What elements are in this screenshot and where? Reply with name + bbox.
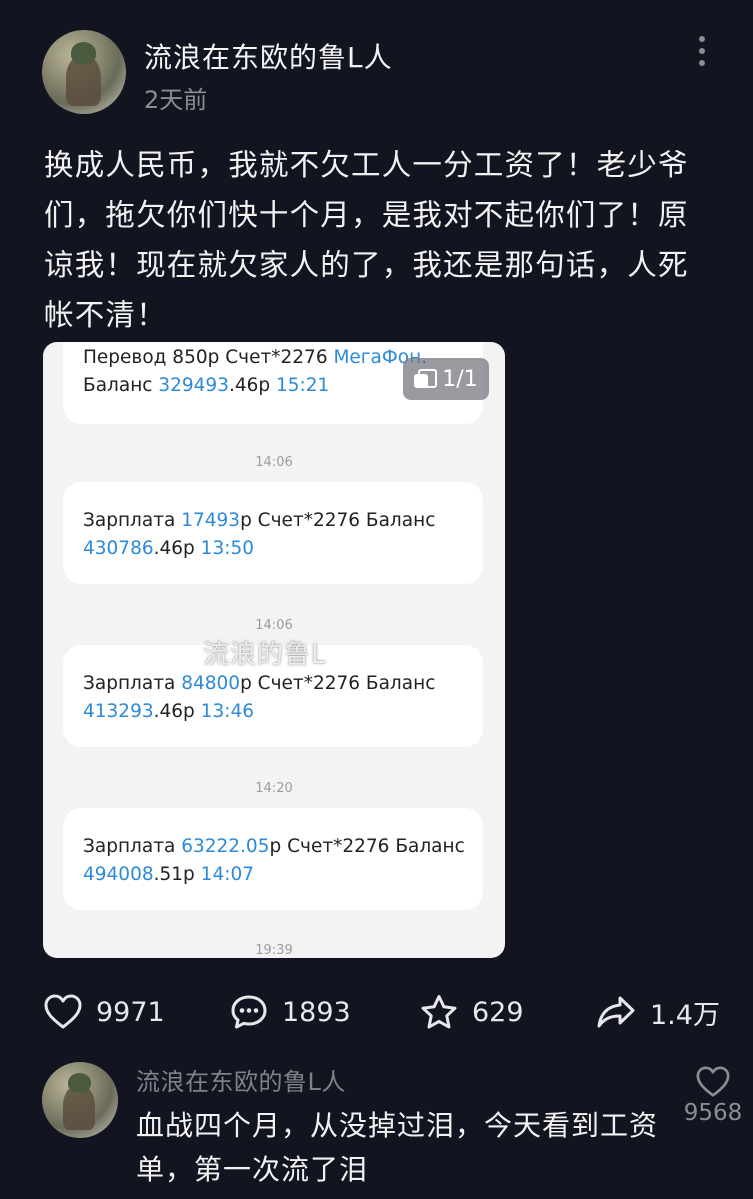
heart-icon xyxy=(696,1066,730,1097)
sms-timestamp: 19:39 xyxy=(255,943,293,958)
sms-highlighted-text[interactable]: 14:07 xyxy=(201,864,254,885)
post-time: 2天前 xyxy=(144,86,208,114)
sms-text: р Счет*2276 Баланс xyxy=(269,836,465,857)
sms-message-4-line-2: 494008.51р 14:07 xyxy=(83,861,465,889)
comment-button[interactable]: 1893 xyxy=(230,990,351,1034)
sms-message-3-line-2: 413293.46р 13:46 xyxy=(83,698,435,726)
sms-highlighted-text[interactable]: 494008 xyxy=(83,864,154,885)
sms-highlighted-text[interactable]: 329493 xyxy=(158,375,229,396)
image-counter-badge: 1/1 xyxy=(403,358,489,400)
sms-message-1-line-1: Перевод 850р Счет*2276 МегаФон. xyxy=(83,344,427,372)
sms-text: Зарплата xyxy=(83,673,182,694)
sms-text: .46р xyxy=(153,538,201,559)
comment-like-count: 9568 xyxy=(683,1100,743,1126)
sms-message-2: Зарплата 17493р Счет*2276 Баланс 430786.… xyxy=(63,482,483,584)
sms-timestamp: 14:20 xyxy=(255,781,293,796)
share-arrow-icon xyxy=(597,996,635,1028)
sms-message-2-line-1: Зарплата 17493р Счет*2276 Баланс xyxy=(83,507,435,535)
sms-text: .51р xyxy=(153,864,201,885)
like-count: 9971 xyxy=(96,996,165,1028)
share-button[interactable]: 1.4万 xyxy=(596,990,720,1034)
sms-message-2-line-2: 430786.46р 13:50 xyxy=(83,535,435,563)
sms-highlighted-text[interactable]: 15:21 xyxy=(276,375,329,396)
more-options-icon[interactable] xyxy=(692,36,712,76)
sms-highlighted-text[interactable]: 13:46 xyxy=(201,701,254,722)
author-avatar[interactable] xyxy=(42,30,126,114)
favorite-count: 629 xyxy=(472,996,524,1028)
image-watermark: 流浪的鲁L xyxy=(203,640,327,670)
sms-text: р Счет*2276 Баланс xyxy=(240,510,436,531)
sms-text: Баланс xyxy=(83,375,159,396)
sms-timestamp: 14:06 xyxy=(255,618,293,633)
sms-message-3-line-1: Зарплата 84800р Счет*2276 Баланс xyxy=(83,670,435,698)
sms-message-1-line-2: Баланс 329493.46р 15:21 xyxy=(83,372,427,400)
star-icon xyxy=(421,995,457,1029)
sms-highlighted-text[interactable]: 84800 xyxy=(181,673,240,694)
sms-timestamp: 14:06 xyxy=(255,455,293,470)
sms-highlighted-text[interactable]: 63222.05 xyxy=(181,836,269,857)
sms-highlighted-text[interactable]: 430786 xyxy=(83,538,154,559)
post-image[interactable]: Перевод 850р Счет*2276 МегаФон. Баланс 3… xyxy=(43,342,505,958)
sms-highlighted-text[interactable]: 13:50 xyxy=(201,538,254,559)
comment-author-name[interactable]: 流浪在东欧的鲁L人 xyxy=(136,1062,346,1097)
sms-text: Зарплата xyxy=(83,836,182,857)
comment-bubble-icon xyxy=(231,995,267,1029)
like-button[interactable]: 9971 xyxy=(44,990,165,1034)
sms-text: Перевод 850р Счет*2276 xyxy=(83,347,334,368)
favorite-button[interactable]: 629 xyxy=(420,990,524,1034)
post-text: 换成人民币，我就不欠工人一分工资了！老少爷们，拖欠你们快十个月，是我对不起你们了… xyxy=(44,148,689,332)
sms-text: .46р xyxy=(153,701,201,722)
author-name[interactable]: 流浪在东欧的鲁L人 xyxy=(144,36,393,76)
sms-text: Зарплата xyxy=(83,510,182,531)
comment-count: 1893 xyxy=(282,996,351,1028)
sms-text: р Счет*2276 Баланс xyxy=(240,673,436,694)
comment-text: 血战四个月，从没掉过泪，今天看到工资单，第一次流了泪 xyxy=(136,1109,659,1186)
sms-text: .46р xyxy=(228,375,277,396)
sms-message-4-line-1: Зарплата 63222.05р Счет*2276 Баланс xyxy=(83,833,465,861)
comment-like-button[interactable]: 9568 xyxy=(680,1066,746,1126)
sms-highlighted-text[interactable]: 17493 xyxy=(181,510,240,531)
sms-message-4: Зарплата 63222.05р Счет*2276 Баланс 4940… xyxy=(63,808,483,910)
share-count: 1.4万 xyxy=(650,999,720,1031)
comment-author-avatar[interactable] xyxy=(42,1062,118,1138)
sms-highlighted-text[interactable]: 413293 xyxy=(83,701,154,722)
image-counter: 1/1 xyxy=(442,366,478,392)
heart-icon xyxy=(44,994,82,1029)
gallery-icon xyxy=(414,369,438,389)
